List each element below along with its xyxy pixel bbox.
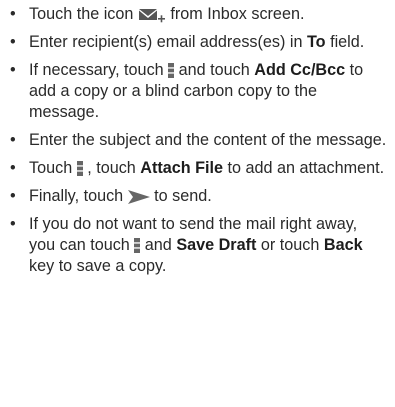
- step-text: from Inbox screen.: [165, 5, 305, 23]
- to-field-label: To: [307, 33, 326, 51]
- step-text: or touch: [256, 236, 324, 254]
- step-text: Touch: [29, 159, 77, 177]
- steps-list: • Touch the icon from Inbox screen. • En…: [7, 4, 387, 277]
- instruction-document: • Touch the icon from Inbox screen. • En…: [0, 0, 395, 407]
- compose-mail-icon: [138, 7, 166, 23]
- save-draft-label: Save Draft: [176, 236, 257, 254]
- bullet: •: [10, 215, 16, 233]
- list-item: • Enter recipient(s) email address(es) i…: [7, 32, 387, 53]
- attach-file-label: Attach File: [140, 159, 224, 177]
- list-item: • Finally, touch to send.: [7, 186, 387, 207]
- step-text: Enter recipient(s) email address(es) in: [29, 33, 307, 51]
- list-item: • Touch , touch Attach File to add an at…: [7, 158, 387, 179]
- step-text: , touch: [82, 159, 141, 177]
- back-key-label: Back: [323, 236, 363, 254]
- list-item: • Touch the icon from Inbox screen.: [7, 4, 387, 25]
- list-item: • Enter the subject and the content of t…: [7, 130, 387, 151]
- list-item: • If necessary, touch and touch Add Cc/B…: [7, 60, 387, 123]
- bullet: •: [10, 5, 16, 23]
- step-text: to add an attachment.: [223, 159, 385, 177]
- step-text: and: [140, 236, 177, 254]
- list-item: • If you do not want to send the mail ri…: [7, 214, 387, 277]
- step-text: to send.: [149, 187, 212, 205]
- add-cc-bcc-label: Add Cc/Bcc: [254, 61, 346, 79]
- step-text: key to save a copy.: [29, 257, 167, 275]
- bullet: •: [10, 33, 16, 51]
- bullet: •: [10, 187, 16, 205]
- step-text: Finally, touch: [29, 187, 128, 205]
- step-text: Touch the icon: [29, 5, 138, 23]
- bullet: •: [10, 131, 16, 149]
- bullet: •: [10, 61, 16, 79]
- step-text: and touch: [174, 61, 255, 79]
- step-text: Enter the subject and the content of the…: [29, 131, 387, 149]
- step-text: field.: [325, 33, 365, 51]
- step-text: If necessary, touch: [29, 61, 169, 79]
- send-icon: [127, 189, 150, 204]
- bullet: •: [10, 159, 16, 177]
